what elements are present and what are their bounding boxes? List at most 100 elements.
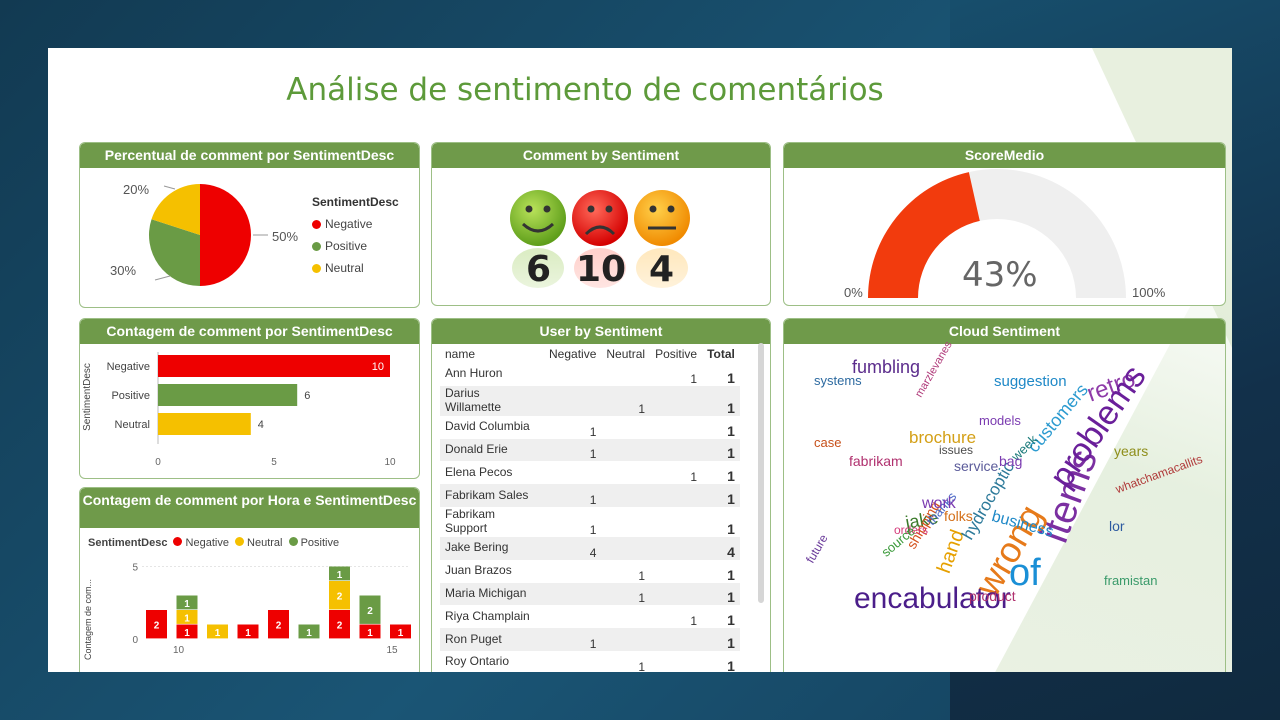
table-row[interactable]: Fabrikam Sales 1 1 — [440, 484, 740, 507]
table-cell-name: Fabrikam Support — [445, 506, 496, 535]
table-cell: 1 — [727, 612, 735, 629]
table-cell — [601, 416, 650, 439]
cloud-word[interactable]: fabrikam — [849, 454, 903, 468]
col-positive[interactable]: Positive — [650, 341, 702, 363]
hourly-bar-label: 1 — [306, 628, 312, 639]
hourly-card[interactable]: Contagem de comment por Hora e Sentiment… — [79, 487, 420, 672]
cloud-card-title: Cloud Sentiment — [784, 319, 1225, 344]
cloud-word[interactable]: models — [979, 414, 1021, 427]
cloud-word[interactable]: service — [954, 459, 998, 473]
pie-card[interactable]: Percentual de comment por SentimentDesc … — [79, 142, 420, 308]
cloud-word[interactable]: years — [1114, 444, 1148, 458]
table-cell — [601, 363, 650, 386]
neutral-count: 4 — [649, 249, 675, 290]
pie-legend-item-negative[interactable]: Negative — [312, 217, 399, 231]
bar-category-label: Positive — [111, 390, 150, 402]
table-cell-name: Elena Pecos — [445, 464, 513, 479]
col-total[interactable]: Total — [702, 341, 740, 363]
table-cell — [544, 560, 601, 583]
cloud-word[interactable]: work — [922, 496, 956, 512]
cloud-word[interactable]: case — [814, 436, 841, 449]
table-cell: 1 — [727, 589, 735, 606]
col-neutral[interactable]: Neutral — [601, 341, 650, 363]
table-cell-name: Roy Ontario — [445, 654, 510, 669]
table-row[interactable]: Ann Huron 1 1 — [440, 363, 740, 386]
gauge-card-title: ScoreMedio — [784, 143, 1225, 168]
hourly-ytick: 5 — [132, 563, 138, 574]
col-name[interactable]: name — [440, 341, 544, 363]
hourly-bar-label: 1 — [184, 613, 190, 624]
pie-label-neutral: 20% — [123, 182, 150, 197]
faces-card[interactable]: Comment by Sentiment 6 10 4 — [431, 142, 771, 306]
pie-legend-item-positive[interactable]: Positive — [312, 239, 399, 253]
table-cell: 1 — [690, 371, 698, 386]
table-row[interactable]: Ron Puget 1 1 — [440, 628, 740, 651]
cloud-word[interactable]: framistan — [1104, 574, 1157, 587]
hourly-bar-label: 2 — [154, 621, 160, 632]
hourly-bar-label: 1 — [215, 628, 221, 639]
table-scrollbar[interactable] — [758, 343, 764, 603]
bar-category-label: Negative — [107, 361, 150, 373]
table-cell — [544, 386, 601, 416]
pie-legend-item-neutral[interactable]: Neutral — [312, 261, 399, 275]
hourly-bar-label: 2 — [337, 621, 343, 632]
gauge-card[interactable]: ScoreMedio 43% 0% 100% — [783, 142, 1226, 306]
table-row[interactable]: Darius Willamette 1 1 — [440, 385, 740, 416]
bar-neutral — [158, 413, 251, 435]
cloud-word[interactable]: systems — [814, 374, 862, 387]
table-cell — [544, 461, 601, 484]
cloud-word[interactable]: issues — [939, 444, 973, 456]
table-cell-name: Darius Willamette — [445, 385, 502, 414]
table-cell: 1 — [727, 422, 735, 439]
table-cell: 1 — [589, 492, 597, 507]
pie-legend-title: SentimentDesc — [312, 195, 399, 209]
cloud-word[interactable]: fumbling — [852, 358, 920, 376]
bar-chart: Negative 10 Positive 6 Neutral 4 0 5 10 — [107, 352, 396, 468]
table-row[interactable]: Donald Erie 1 1 — [440, 438, 740, 462]
table-row[interactable]: David Columbia 1 1 — [440, 416, 740, 439]
table-cell-name: David Columbia — [445, 419, 530, 434]
table-row[interactable]: Riya Champlain 1 1 — [440, 605, 740, 628]
table-cell: 1 — [690, 470, 698, 485]
table-row[interactable]: Jake Bering 4 4 — [440, 536, 740, 560]
col-negative[interactable]: Negative — [544, 341, 601, 363]
table-cell: 1 — [589, 522, 597, 537]
dashboard-slide: Análise de sentimento de comentários Per… — [48, 48, 1232, 672]
table-cell: 1 — [638, 659, 646, 672]
positive-count: 6 — [526, 249, 552, 290]
pie-slice-negative — [200, 184, 251, 286]
cloud-word[interactable]: bag — [999, 454, 1022, 468]
table-cell — [601, 605, 650, 628]
cloud-word[interactable]: product — [969, 589, 1016, 603]
cloud-word[interactable]: future — [803, 532, 830, 566]
table-cell: 4 — [589, 545, 597, 560]
table-cell — [650, 628, 702, 651]
faces-card-title: Comment by Sentiment — [432, 143, 770, 168]
table-row[interactable]: Fabrikam Support 1 1 — [440, 507, 740, 537]
table-card[interactable]: User by Sentiment name Negative Neutral … — [431, 318, 771, 672]
table-cell: 1 — [638, 568, 646, 583]
table-row[interactable]: Roy Ontario 1 1 — [440, 651, 740, 672]
table-cell — [650, 416, 702, 439]
hourly-bar-label: 1 — [245, 628, 251, 639]
table-cell: 1 — [727, 490, 735, 507]
bar-card[interactable]: Contagem de comment por SentimentDesc Se… — [79, 318, 420, 479]
hourly-bar-label: 1 — [184, 628, 190, 639]
table-cell-name: Juan Brazos — [445, 563, 512, 578]
table-cell: 1 — [727, 520, 735, 537]
user-table: name Negative Neutral Positive Total Ann… — [440, 341, 740, 672]
cloud-word[interactable]: whatchamacallits — [1114, 452, 1205, 496]
hourly-chart: 502111112122112111015 — [132, 563, 411, 656]
hourly-bar-label: 1 — [184, 599, 190, 610]
cloud-word[interactable]: lor — [1109, 519, 1125, 533]
cloud-word[interactable]: suggestion — [994, 374, 1067, 389]
cloud-card[interactable]: Cloud Sentiment fumbling retro suggestion i… — [783, 318, 1226, 672]
table-cell — [544, 583, 601, 606]
table-cell-name: Maria Michigan — [445, 585, 527, 600]
table-row[interactable]: Juan Brazos 1 1 — [440, 560, 740, 583]
table-cell: 1 — [727, 657, 735, 672]
cloud-word[interactable]: marzlevanes — [913, 339, 955, 399]
table-row[interactable]: Maria Michigan 1 1 — [440, 582, 740, 606]
table-cell — [650, 651, 702, 672]
table-row[interactable]: Elena Pecos 1 1 — [440, 461, 740, 484]
